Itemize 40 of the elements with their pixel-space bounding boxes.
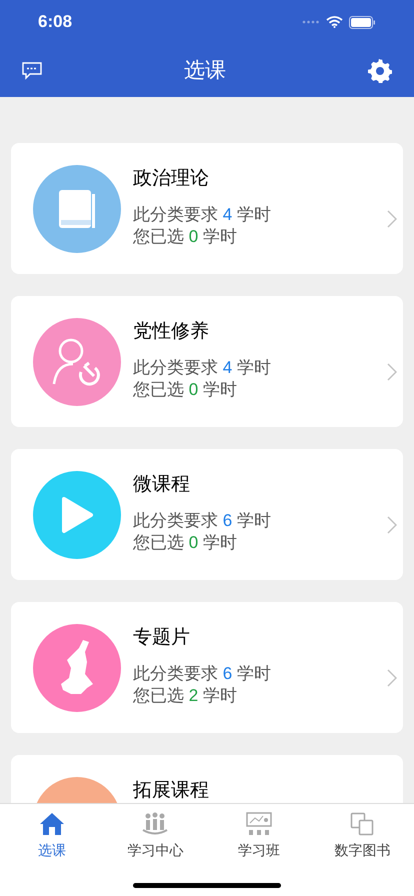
category-card[interactable]: 党性修养 此分类要求 4 学时 您已选 0 学时 (11, 296, 403, 427)
status-time: 6:08 (38, 11, 72, 34)
selected-hours-text: 您已选 0 学时 (133, 532, 238, 554)
wifi-icon (326, 16, 343, 28)
page-title: 选课 (183, 58, 227, 84)
category-title: 微课程 (133, 473, 191, 497)
category-card[interactable]: 专题片 此分类要求 6 学时 您已选 2 学时 (11, 602, 403, 733)
message-icon[interactable] (22, 62, 42, 80)
book-icon (57, 188, 97, 230)
category-title: 政治理论 (133, 167, 210, 191)
required-hours-text: 此分类要求 4 学时 (133, 204, 272, 226)
chevron-right-icon (387, 669, 397, 687)
required-hours-text: 此分类要求 6 学时 (133, 510, 272, 532)
selected-hours-text: 您已选 0 学时 (133, 379, 238, 401)
required-hours-text: 此分类要求 4 学时 (133, 357, 272, 379)
chevron-right-icon (387, 363, 397, 381)
tab-item[interactable]: 学习中心 (104, 804, 207, 861)
category-title: 专题片 (133, 626, 191, 650)
tab-item[interactable]: 选课 (0, 804, 104, 861)
category-card[interactable]: 政治理论 此分类要求 4 学时 您已选 0 学时 (11, 143, 403, 274)
category-title: 党性修养 (133, 320, 210, 344)
signal-icon (302, 20, 320, 24)
selected-hours-text: 您已选 2 学时 (133, 685, 238, 707)
selected-hours-text: 您已选 0 学时 (133, 226, 238, 248)
home-icon (38, 812, 65, 836)
tab-item[interactable]: 学习班 (207, 804, 310, 861)
people-icon (142, 812, 168, 836)
person-icon (51, 336, 103, 388)
battery-icon (349, 16, 376, 28)
chevron-right-icon (387, 210, 397, 228)
tab-item[interactable]: 数字图书 (310, 804, 414, 861)
category-card[interactable]: 微课程 此分类要求 6 学时 您已选 0 学时 (11, 449, 403, 580)
category-title: 拓展课程 (133, 779, 210, 803)
play-icon (60, 496, 94, 534)
settings-icon[interactable] (368, 58, 392, 82)
required-hours-text: 此分类要求 6 学时 (133, 663, 272, 685)
chevron-right-icon (387, 516, 397, 534)
presentation-icon (246, 812, 272, 836)
copy-icon (350, 812, 374, 836)
category-card[interactable]: 拓展课程 (11, 755, 403, 803)
